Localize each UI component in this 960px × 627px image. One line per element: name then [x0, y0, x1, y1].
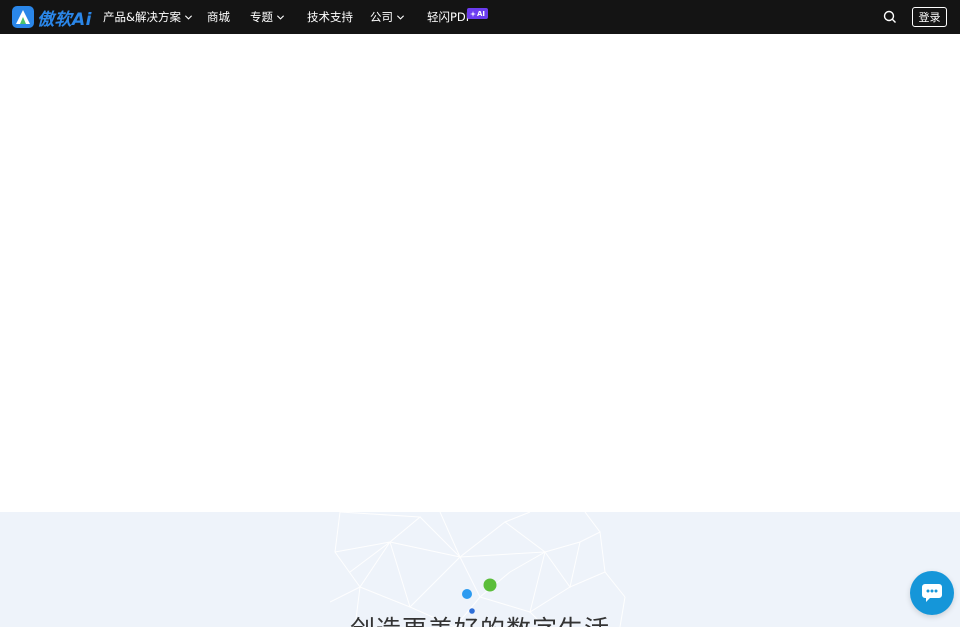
chevron-down-icon	[396, 14, 405, 20]
nav-item-lightpdf[interactable]: 轻闪PDF	[427, 0, 472, 34]
nav-item-support[interactable]: 技术支持	[307, 0, 353, 34]
nav-item-store[interactable]: 商城	[207, 0, 230, 34]
brand-name: 傲软Ai	[37, 9, 92, 30]
brand-logo[interactable]: 傲软Ai	[12, 5, 92, 30]
search-icon[interactable]	[882, 9, 898, 25]
hero-area	[0, 34, 960, 512]
login-button-label: 登录	[918, 11, 941, 24]
nav-item-label: 技术支持	[307, 10, 353, 24]
nav-item-company[interactable]: 公司	[370, 0, 405, 34]
chat-button[interactable]	[910, 571, 954, 615]
chevron-down-icon	[276, 14, 285, 20]
nav-item-label: 专题	[250, 10, 273, 24]
nav-item-label: 产品&解决方案	[103, 10, 181, 24]
top-navbar: 傲软Ai 产品&解决方案 商城 专题 技术支持 公司 轻闪PDF AI 登录	[0, 0, 960, 34]
login-button[interactable]: 登录	[912, 7, 947, 27]
nav-item-label: 商城	[207, 10, 230, 24]
nav-item-label: 轻闪PDF	[427, 10, 473, 24]
nav-item-products[interactable]: 产品&解决方案	[103, 0, 193, 34]
apowersoft-logo-icon	[12, 6, 34, 28]
chat-bubble-icon	[922, 584, 942, 602]
promo-band: 创造更美好的数字生活	[0, 512, 960, 627]
nav-item-label: 公司	[370, 10, 393, 24]
ai-badge-label: AI	[476, 9, 486, 18]
sparkle-icon	[469, 10, 476, 17]
promo-slogan: 创造更美好的数字生活	[0, 610, 960, 627]
chevron-down-icon	[184, 14, 193, 20]
nav-item-topics[interactable]: 专题	[250, 0, 285, 34]
ai-badge: AI	[467, 8, 488, 19]
